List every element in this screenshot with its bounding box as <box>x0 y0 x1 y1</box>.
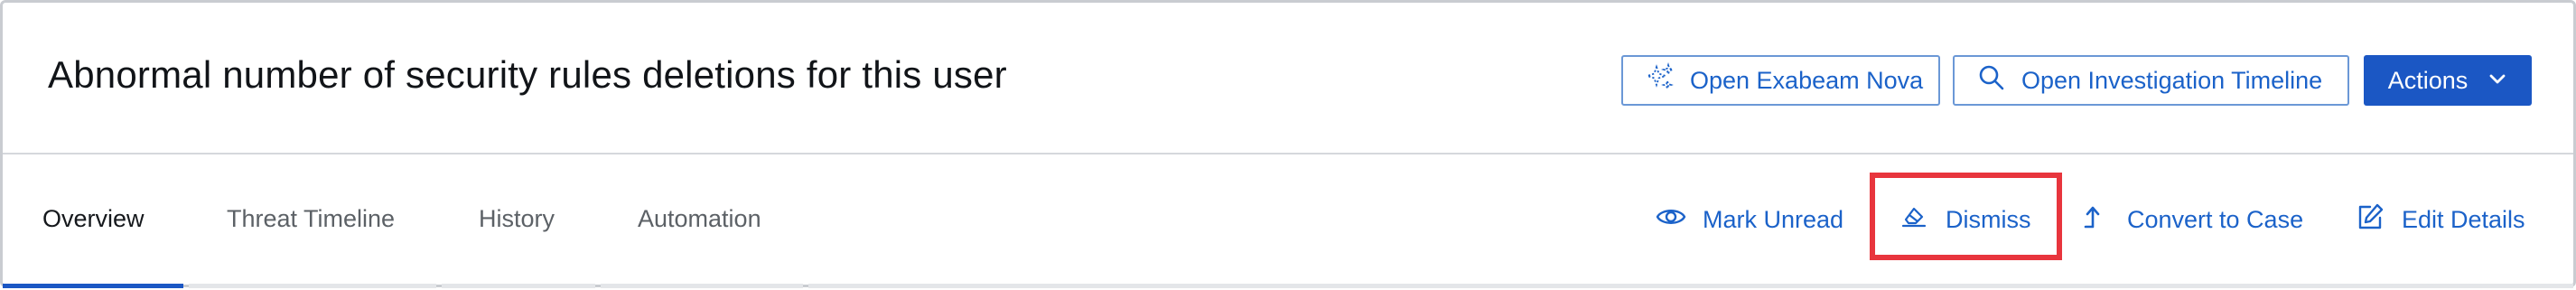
alert-header: Abnormal number of security rules deleti… <box>3 3 2573 154</box>
convert-to-case-label: Convert to Case <box>2127 205 2304 233</box>
sparkle-icon <box>1645 61 1675 99</box>
tab-divider <box>601 284 803 288</box>
actions-dropdown-button[interactable]: Actions <box>2364 55 2532 106</box>
eraser-icon <box>1899 201 1929 239</box>
page-title: Abnormal number of security rules deleti… <box>48 53 1007 96</box>
tab-threat-timeline[interactable]: Threat Timeline <box>227 205 395 233</box>
tab-history[interactable]: History <box>479 205 555 233</box>
dismiss-label: Dismiss <box>1946 205 2031 233</box>
mark-unread-label: Mark Unread <box>1703 205 1844 233</box>
alert-detail-panel: Abnormal number of security rules deleti… <box>0 0 2576 290</box>
mark-unread-button[interactable]: Mark Unread <box>1656 194 1843 245</box>
arrow-up-turn-icon <box>2080 201 2111 239</box>
tab-bar: Overview Threat Timeline History Automat… <box>3 156 2573 290</box>
chevron-down-icon <box>2487 67 2507 95</box>
dismiss-button[interactable]: Dismiss <box>1899 194 2031 245</box>
tab-divider <box>442 284 595 288</box>
open-exabeam-nova-button[interactable]: Open Exabeam Nova <box>1621 55 1940 106</box>
tab-automation[interactable]: Automation <box>638 205 761 233</box>
open-investigation-timeline-label: Open Investigation Timeline <box>2021 66 2323 94</box>
tab-underline <box>3 284 2573 288</box>
convert-to-case-button[interactable]: Convert to Case <box>2080 194 2303 245</box>
eye-icon <box>1656 201 1686 239</box>
tab-overview[interactable]: Overview <box>42 205 145 233</box>
edit-details-button[interactable]: Edit Details <box>2355 194 2525 245</box>
open-investigation-timeline-button[interactable]: Open Investigation Timeline <box>1953 55 2349 106</box>
tab-divider <box>808 284 2573 288</box>
edit-icon <box>2355 201 2385 239</box>
tab-divider <box>189 284 436 288</box>
active-tab-indicator <box>3 284 183 288</box>
search-icon <box>1976 62 2007 99</box>
open-exabeam-nova-label: Open Exabeam Nova <box>1690 66 1924 94</box>
edit-details-label: Edit Details <box>2402 205 2525 233</box>
actions-label: Actions <box>2387 66 2469 94</box>
